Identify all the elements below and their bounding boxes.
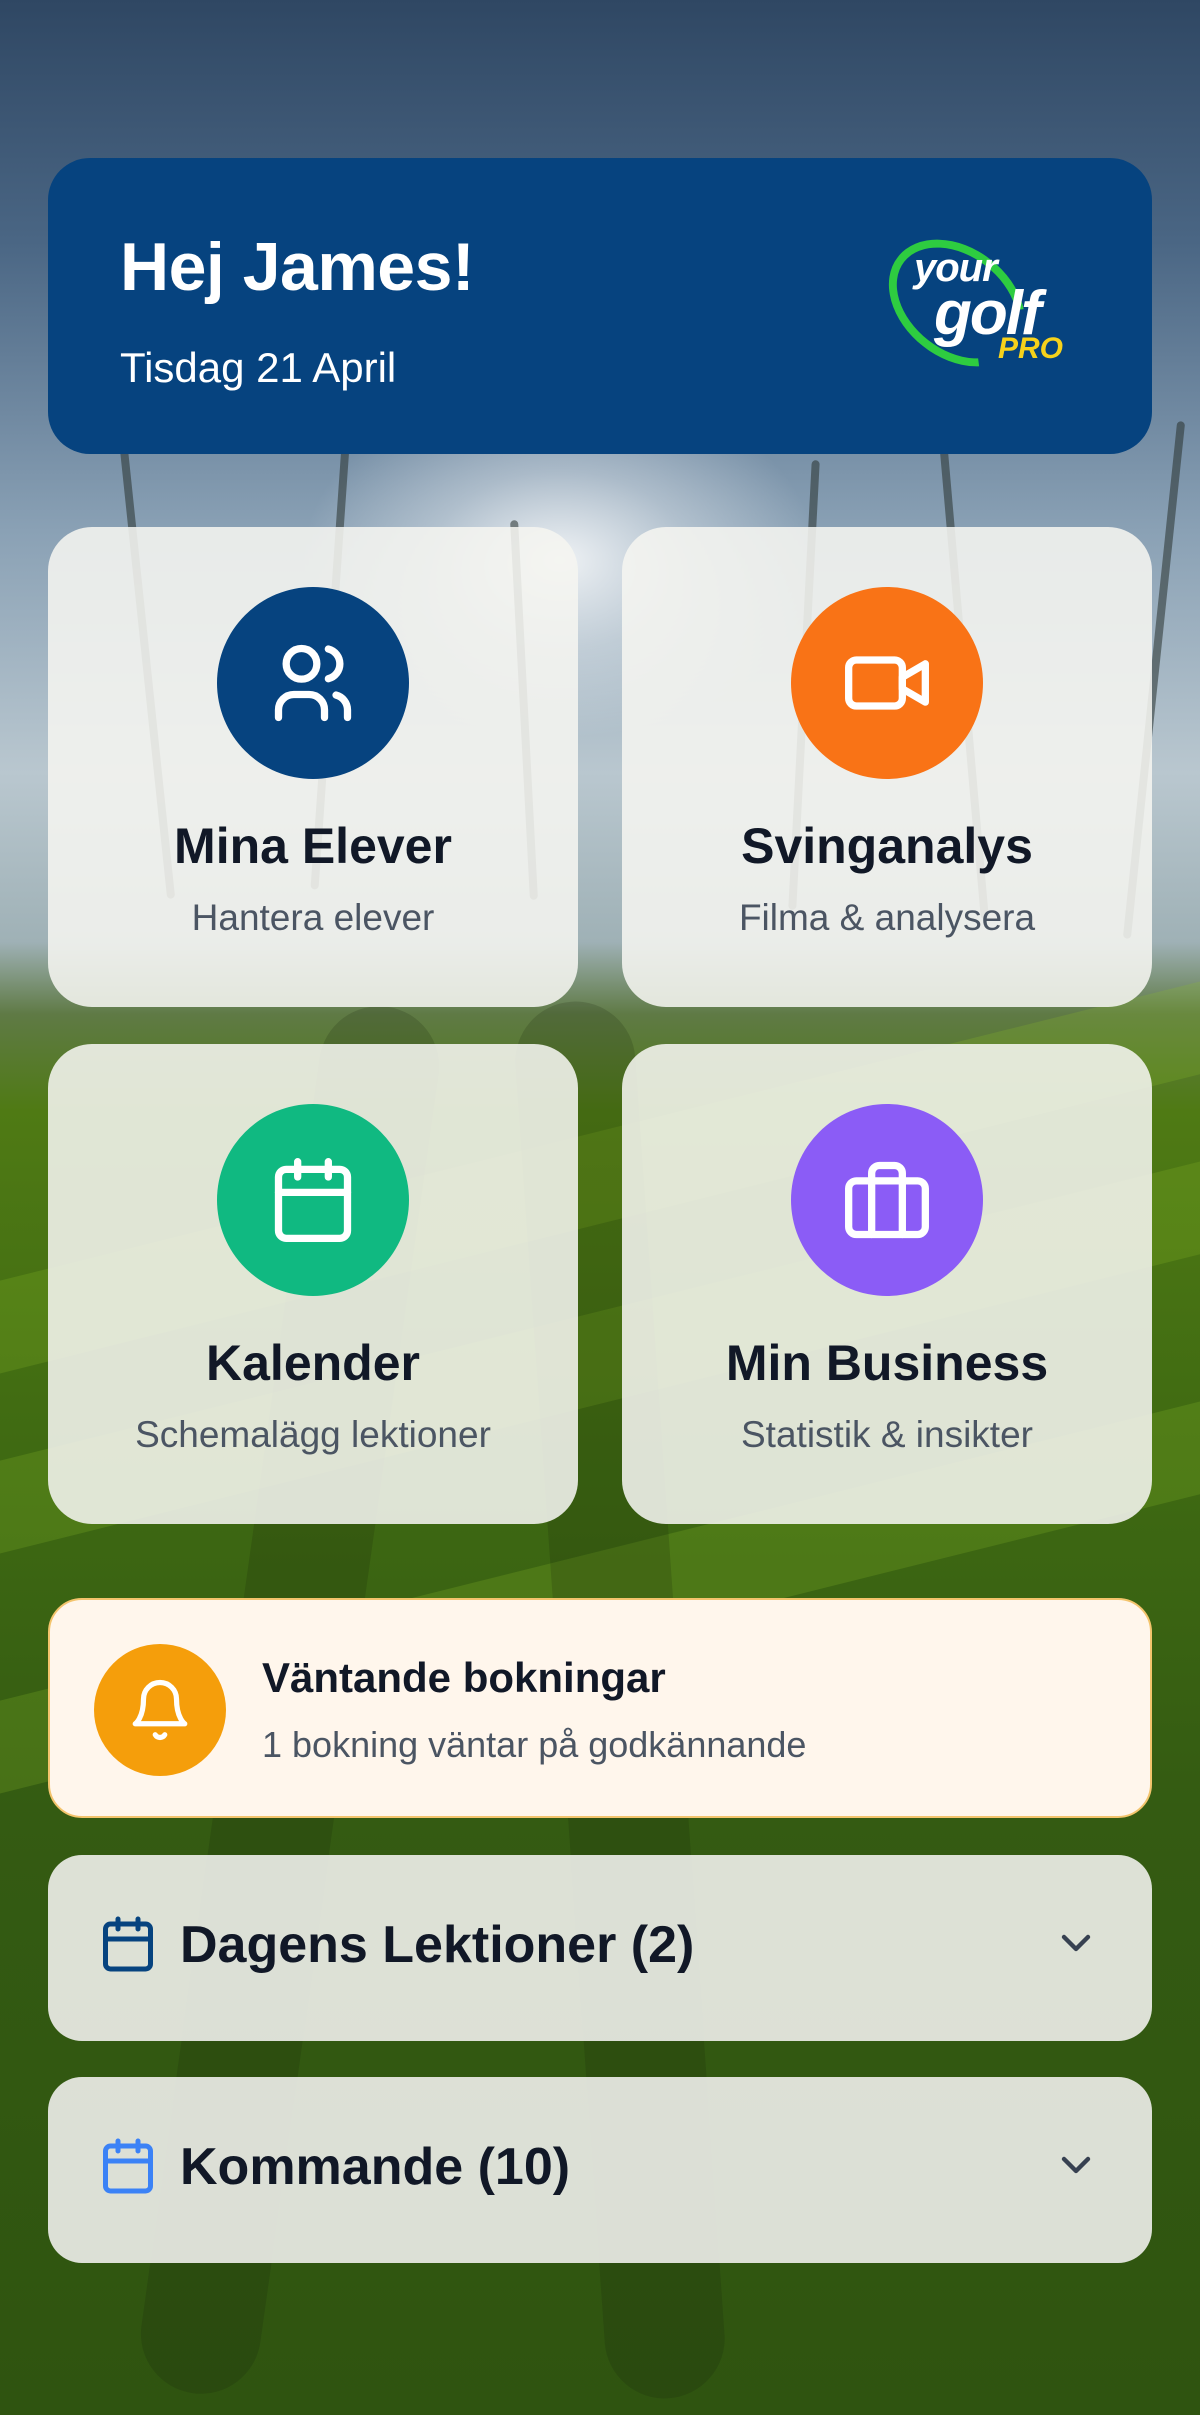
tile-kalender[interactable]: Kalender Schemalägg lektioner [48, 1044, 578, 1524]
tile-subtitle: Statistik & insikter [741, 1414, 1033, 1455]
tile-title: Kalender [206, 1335, 420, 1391]
pending-bookings-card[interactable]: Väntande bokningar 1 bokning väntar på g… [48, 1598, 1152, 1818]
section-title: Dagens Lektioner (2) [180, 1916, 695, 1974]
tile-title: Svinganalys [741, 818, 1033, 874]
tile-svinganalys[interactable]: Svinganalys Filma & analysera [622, 527, 1152, 1007]
tile-min-business[interactable]: Min Business Statistik & insikter [622, 1044, 1152, 1524]
chevron-down-icon[interactable] [1052, 2141, 1100, 2189]
tile-mina-elever[interactable]: Mina Elever Hantera elever [48, 527, 578, 1007]
chevron-down-icon[interactable] [1052, 1919, 1100, 1967]
current-date: Tisdag 21 April [120, 344, 397, 391]
users-icon [217, 587, 409, 779]
greeting: Hej James! [120, 229, 475, 305]
tile-title: Min Business [725, 1335, 1049, 1391]
calendar-icon [103, 2138, 153, 2194]
calendar-icon [217, 1104, 409, 1296]
video-camera-icon [791, 587, 983, 779]
tile-subtitle: Filma & analysera [738, 897, 1036, 938]
calendar-icon [103, 1916, 153, 1972]
tile-subtitle: Schemalägg lektioner [135, 1414, 491, 1455]
upcoming-lessons-section[interactable]: Kommande (10) [48, 2077, 1152, 2263]
todays-lessons-section[interactable]: Dagens Lektioner (2) [48, 1855, 1152, 2041]
section-title: Kommande (10) [180, 2138, 571, 2196]
pending-title: Väntande bokningar [262, 1654, 666, 1701]
tile-subtitle: Hantera elever [191, 897, 435, 938]
header-card: Hej James! Tisdag 21 April your golf PRO [48, 158, 1152, 454]
bell-icon [94, 1644, 226, 1776]
pending-subtitle: 1 bokning väntar på godkännande [262, 1724, 807, 1765]
briefcase-icon [791, 1104, 983, 1296]
tile-title: Mina Elever [174, 818, 452, 874]
yourgolf-pro-logo: your golf PRO [864, 213, 1064, 393]
